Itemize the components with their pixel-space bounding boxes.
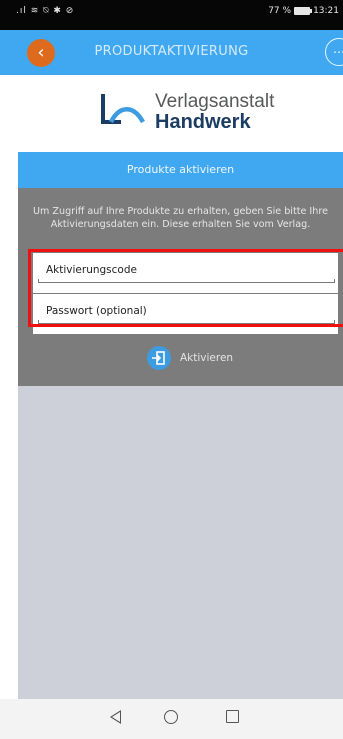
- page-title: PRODUKTAKTIVIERUNG: [94, 44, 249, 59]
- nav-home-icon[interactable]: [164, 710, 178, 724]
- logo: Verlagsanstalt Handwerk: [155, 91, 275, 133]
- input-underline: [38, 282, 335, 283]
- nav-back-icon[interactable]: [110, 710, 121, 724]
- password-placeholder: Passwort (optional): [46, 305, 147, 317]
- activate-button[interactable]: Aktivieren: [147, 346, 233, 370]
- app-bar: ‹ PRODUKTAKTIVIERUNG ⋯: [0, 30, 343, 75]
- activation-code-input[interactable]: Aktivierungscode: [33, 253, 338, 293]
- status-right: 77 % 13:21: [268, 6, 339, 16]
- status-icons: .ıl ≋ ⍉ ✱ ⊘: [16, 6, 75, 16]
- intro-text: Um Zugriff auf Ihre Produkte zu erhalten…: [33, 206, 328, 230]
- activate-label: Aktivieren: [180, 352, 234, 364]
- battery-percent: 77 %: [268, 6, 292, 16]
- sign-in-icon: [147, 346, 171, 370]
- more-options-button[interactable]: ⋯: [325, 38, 343, 66]
- underline-tick-left: [38, 279, 39, 283]
- section-header: Produkte aktivieren: [18, 152, 343, 188]
- clock: 13:21: [313, 6, 339, 16]
- nav-recents-icon[interactable]: [226, 710, 239, 723]
- input-underline: [38, 323, 335, 324]
- status-bar: .ıl ≋ ⍉ ✱ ⊘ 77 % 13:21: [0, 0, 343, 30]
- system-nav-bar: [0, 699, 343, 739]
- underline-tick-right: [334, 279, 335, 283]
- logo-icon: [101, 94, 145, 124]
- logo-line-1: Verlagsanstalt: [155, 91, 275, 112]
- password-input[interactable]: Passwort (optional): [33, 294, 338, 334]
- more-icon: ⋯: [333, 45, 343, 59]
- battery-icon: [294, 7, 313, 15]
- underline-tick-left: [38, 320, 39, 324]
- underline-tick-right: [334, 320, 335, 324]
- content-background: [18, 386, 343, 699]
- logo-line-2: Handwerk: [155, 111, 251, 133]
- activation-code-placeholder: Aktivierungscode: [46, 264, 137, 276]
